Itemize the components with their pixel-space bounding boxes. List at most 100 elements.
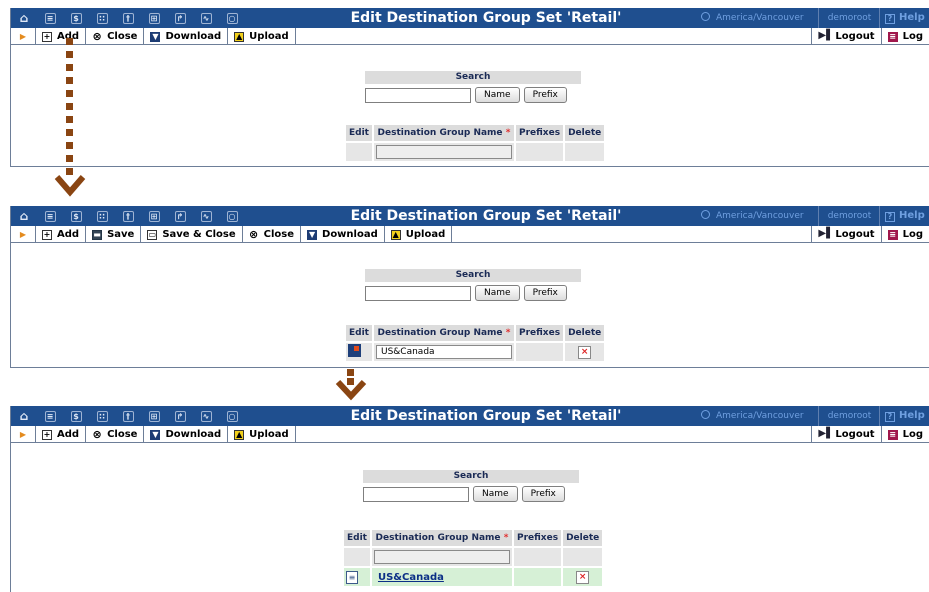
name-cell: US&Canada <box>373 343 514 361</box>
help-link[interactable]: ? Help <box>885 8 929 28</box>
log-icon: ≡ <box>887 229 898 240</box>
search-prefix-button[interactable]: Prefix <box>523 87 567 103</box>
search-input[interactable] <box>365 285 471 301</box>
timezone-link[interactable]: America/Vancouver <box>695 406 819 426</box>
toolbar-toggle-icon[interactable]: ▶ <box>11 28 35 44</box>
add-button[interactable]: + Add <box>35 426 85 443</box>
edit-cell: ≡ <box>344 568 370 586</box>
dollar-icon[interactable]: $ <box>63 406 89 426</box>
list-icon[interactable]: ≡ <box>37 8 63 28</box>
upload-icon: ▲ <box>234 429 245 440</box>
top-nav-icons: ⌂ ≡ $ ∷ † ⊞ ↱ ∿ ○ <box>11 8 245 28</box>
close-button[interactable]: ⊗ Close <box>85 28 143 45</box>
user-icon[interactable]: † <box>115 206 141 226</box>
route-icon[interactable]: ↱ <box>167 8 193 28</box>
timezone-link[interactable]: America/Vancouver <box>695 8 819 28</box>
toolbar-toggle-icon[interactable]: ▶ <box>11 426 35 442</box>
search-icon[interactable]: ○ <box>219 406 245 426</box>
upload-button[interactable]: ▲ Upload <box>227 28 296 45</box>
col-name: Destination Group Name * <box>373 125 514 141</box>
search-header: Search <box>365 71 581 84</box>
add-button[interactable]: + Add <box>35 226 85 243</box>
upload-icon: ▲ <box>390 229 401 240</box>
user-icon[interactable]: † <box>115 406 141 426</box>
upload-button[interactable]: ▲ Upload <box>383 226 453 243</box>
save-button[interactable]: ▬ Save <box>85 226 140 243</box>
search-name-button[interactable]: Name <box>475 87 520 103</box>
logout-button[interactable]: ▶▌ Logout <box>811 28 880 45</box>
home-icon[interactable]: ⌂ <box>11 8 37 28</box>
tree-icon[interactable]: ⊞ <box>141 406 167 426</box>
user-icon[interactable]: † <box>115 8 141 28</box>
delete-icon[interactable]: × <box>578 345 592 359</box>
dollar-icon[interactable]: $ <box>63 8 89 28</box>
chart-icon[interactable]: ∿ <box>193 406 219 426</box>
page-title: Edit Destination Group Set 'Retail' <box>350 10 622 26</box>
timezone-link[interactable]: America/Vancouver <box>695 206 819 226</box>
search-name-button[interactable]: Name <box>473 486 518 502</box>
search-input[interactable] <box>363 486 469 502</box>
search-name-button[interactable]: Name <box>475 285 520 301</box>
close-button[interactable]: ⊗ Close <box>85 426 143 443</box>
grid-icon[interactable]: ∷ <box>89 8 115 28</box>
save-close-icon: ▭ <box>147 229 158 240</box>
download-button[interactable]: ▼ Download <box>143 426 227 443</box>
search-prefix-button[interactable]: Prefix <box>523 285 567 301</box>
delete-cell: × <box>565 343 605 361</box>
dollar-icon[interactable]: $ <box>63 206 89 226</box>
name-cell: US&Canada <box>371 568 512 586</box>
download-button[interactable]: ▼ Download <box>300 226 384 243</box>
download-button[interactable]: ▼ Download <box>143 28 227 45</box>
help-link[interactable]: ? Help <box>885 406 929 426</box>
search-input[interactable] <box>365 87 471 103</box>
username-link[interactable]: demoroot <box>820 206 880 226</box>
download-label: Download <box>165 429 222 440</box>
log-button[interactable]: ≡ Log <box>880 226 929 243</box>
search-prefix-button[interactable]: Prefix <box>521 486 565 502</box>
toolbar-toggle-icon[interactable]: ▶ <box>11 226 35 242</box>
chart-icon[interactable]: ∿ <box>193 8 219 28</box>
delete-icon[interactable]: × <box>576 570 590 584</box>
logout-icon: ▶▌ <box>818 227 834 239</box>
destination-group-link[interactable]: US&Canada <box>374 572 444 583</box>
panel-step-1: ⌂ ≡ $ ∷ † ⊞ ↱ ∿ ○ Edit Destination Group… <box>10 8 929 167</box>
home-icon[interactable]: ⌂ <box>11 206 37 226</box>
edit-icon[interactable]: ≡ <box>346 570 358 584</box>
panel-step-2: ⌂ ≡ $ ∷ † ⊞ ↱ ∿ ○ Edit Destination Group… <box>10 206 929 368</box>
route-icon[interactable]: ↱ <box>167 406 193 426</box>
add-button[interactable]: + Add <box>35 28 85 45</box>
grid-icon[interactable]: ∷ <box>89 206 115 226</box>
delete-cell <box>565 143 605 161</box>
tree-icon[interactable]: ⊞ <box>141 8 167 28</box>
col-name-label: Destination Group Name <box>377 128 503 138</box>
destination-group-name-input[interactable]: US&Canada <box>375 345 512 359</box>
username-link[interactable]: demoroot <box>820 406 880 426</box>
grid-icon[interactable]: ∷ <box>89 406 115 426</box>
log-button[interactable]: ≡ Log <box>880 28 929 45</box>
search-icon[interactable]: ○ <box>219 8 245 28</box>
plus-icon: + <box>42 429 52 440</box>
close-button[interactable]: ⊗ Close <box>241 226 300 243</box>
col-delete: Delete <box>563 530 603 546</box>
chart-icon[interactable]: ∿ <box>193 206 219 226</box>
upload-button[interactable]: ▲ Upload <box>227 426 296 443</box>
route-icon[interactable]: ↱ <box>167 206 193 226</box>
save-close-button[interactable]: ▭ Save & Close <box>140 226 241 243</box>
list-icon[interactable]: ≡ <box>37 406 63 426</box>
tree-icon[interactable]: ⊞ <box>141 206 167 226</box>
save-icon: ▬ <box>92 229 103 240</box>
page-title: Edit Destination Group Set 'Retail' <box>350 408 622 424</box>
username-link[interactable]: demoroot <box>820 8 880 28</box>
clock-icon <box>701 210 710 219</box>
destination-group-table: Edit Destination Group Name * Prefixes D… <box>344 123 606 163</box>
col-delete: Delete <box>565 125 605 141</box>
logout-button[interactable]: ▶▌ Logout <box>811 226 880 243</box>
list-icon[interactable]: ≡ <box>37 206 63 226</box>
help-link[interactable]: ? Help <box>885 206 929 226</box>
search-icon[interactable]: ○ <box>219 206 245 226</box>
edit-new-icon[interactable] <box>348 344 361 357</box>
home-icon[interactable]: ⌂ <box>11 406 37 426</box>
log-button[interactable]: ≡ Log <box>880 426 929 443</box>
clock-icon <box>701 12 710 21</box>
logout-button[interactable]: ▶▌ Logout <box>811 426 880 443</box>
